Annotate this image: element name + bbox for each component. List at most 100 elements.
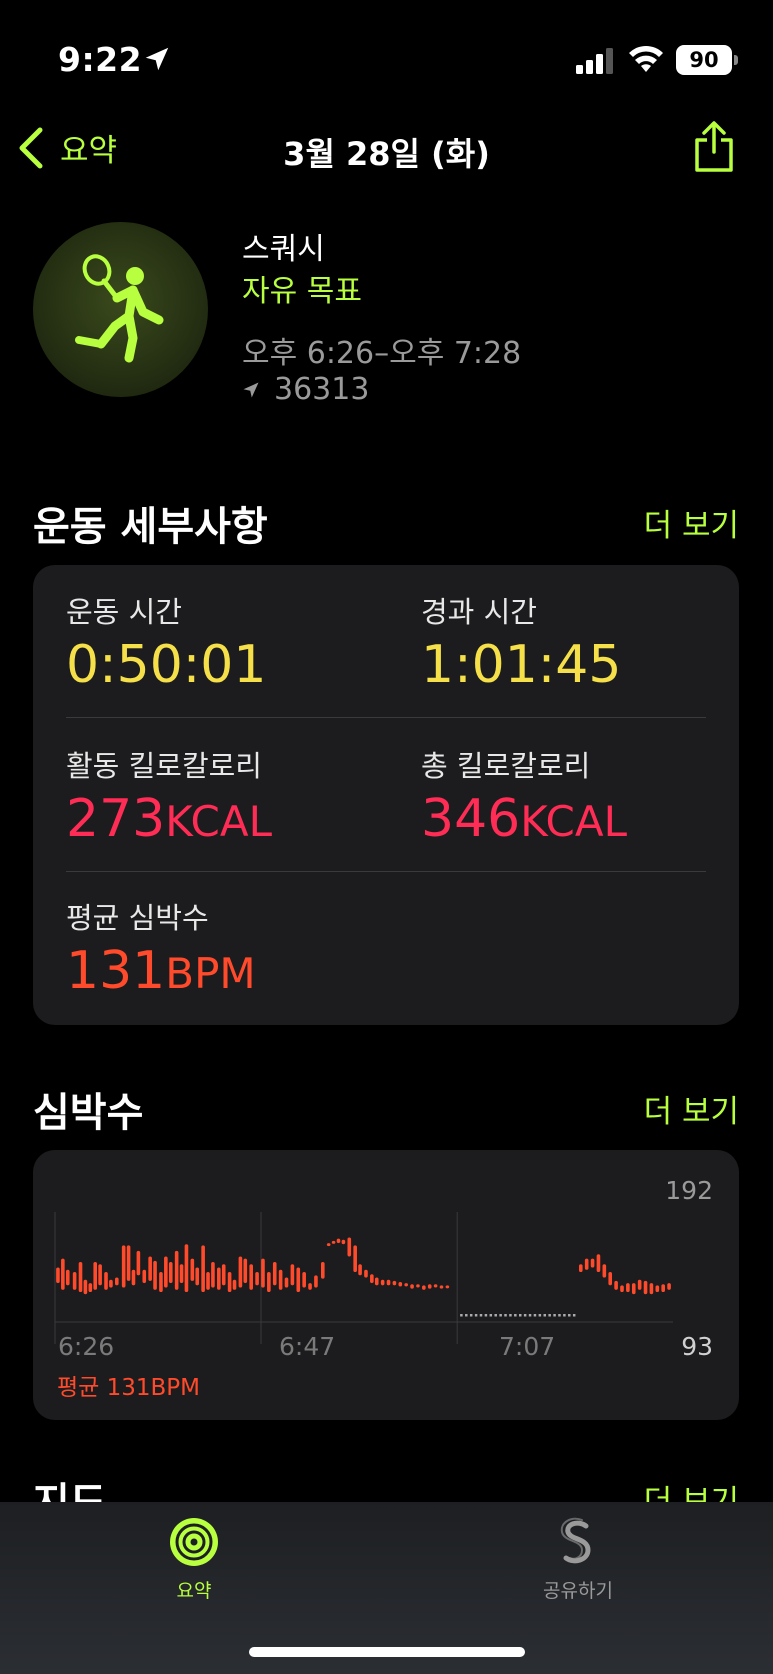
metric-avg-heart-rate: 평균 심박수 131BPM <box>66 895 256 1001</box>
heart-rate-bar <box>104 1272 108 1290</box>
heart-rate-bar <box>404 1283 408 1287</box>
location-arrow-icon <box>243 382 259 397</box>
metric-label: 총 킬로칼로리 <box>421 749 591 783</box>
tab-sharing[interactable]: 공유하기 <box>478 1516 678 1603</box>
heart-rate-bar <box>649 1283 654 1295</box>
metric-duration: 운동 시간 0:50:01 <box>66 589 266 695</box>
chart-gap-dot <box>558 1314 561 1317</box>
chart-gap-dot <box>469 1314 473 1317</box>
heart-rate-bar <box>614 1280 618 1290</box>
heart-rate-bar <box>290 1264 295 1286</box>
heart-rate-card[interactable]: 192 6:26 6:47 7:07 93 평균 131BPM <box>33 1150 739 1420</box>
tab-label: 공유하기 <box>543 1580 613 1602</box>
battery-icon: 90 <box>676 45 738 75</box>
activity-rings-icon <box>170 1518 218 1566</box>
heart-rate-bar <box>386 1279 391 1286</box>
heart-rate-bar <box>267 1272 271 1292</box>
tab-label: 요약 <box>176 1580 212 1602</box>
heart-rate-bar <box>93 1262 98 1290</box>
heart-rate-bar <box>201 1245 205 1292</box>
metric-value: 0:50:01 <box>66 635 267 695</box>
heart-rate-bar <box>416 1284 420 1288</box>
heart-rate-bar <box>148 1256 152 1281</box>
heart-rate-bar <box>336 1238 341 1244</box>
chart-gap-dot <box>533 1314 537 1317</box>
chart-gap-dot <box>484 1314 488 1317</box>
metric-number: 273 <box>66 789 166 849</box>
squash-player-icon <box>75 254 164 363</box>
heart-rate-bar <box>153 1260 157 1290</box>
heart-rate-bar <box>115 1277 119 1286</box>
heart-rate-bar <box>255 1272 259 1286</box>
metric-unit: BPM <box>165 949 256 998</box>
heart-rate-heading: 심박수 <box>33 1090 144 1136</box>
chart-gap-dot <box>460 1314 463 1317</box>
heart-rate-bar <box>221 1264 226 1286</box>
workout-location-text: 36313 <box>274 372 370 407</box>
heart-rate-bar <box>72 1272 77 1290</box>
heart-rate-bar <box>261 1258 265 1288</box>
heart-rate-bar <box>227 1272 232 1292</box>
chart-gap-dot <box>479 1314 483 1317</box>
heart-rate-bar <box>314 1275 318 1288</box>
heart-rate-bar <box>643 1280 648 1295</box>
metric-value: 131BPM <box>66 941 256 1001</box>
metric-value: 346KCAL <box>421 789 627 849</box>
heart-rate-bar <box>655 1285 660 1292</box>
metric-unit: KCAL <box>520 797 627 846</box>
chart-gap-dot <box>568 1314 571 1317</box>
status-bar: 9:22 90 <box>0 0 773 120</box>
heart-rate-bar <box>190 1258 195 1281</box>
status-time: 9:22 <box>58 40 143 79</box>
chart-gap-dot <box>543 1314 547 1317</box>
heart-rate-bar <box>232 1279 237 1290</box>
heart-rate-bar <box>131 1269 136 1286</box>
heart-rate-bar <box>238 1256 243 1288</box>
metric-label: 운동 시간 <box>66 595 182 629</box>
metric-elapsed: 경과 시간 1:01:45 <box>421 589 621 695</box>
metric-label: 경과 시간 <box>421 595 537 629</box>
chart-gap-dot <box>494 1314 497 1317</box>
chart-gap-dot <box>572 1314 576 1317</box>
chart-x-tick-label: 7:07 <box>499 1332 556 1361</box>
chart-gap-dot <box>518 1314 522 1317</box>
home-indicator <box>249 1647 525 1657</box>
chart-gap-dot <box>548 1314 551 1317</box>
metric-label: 활동 킬로칼로리 <box>66 749 262 783</box>
heart-rate-bar <box>179 1264 184 1284</box>
heart-rate-bar <box>98 1264 102 1286</box>
heart-rate-bar <box>136 1250 141 1276</box>
heart-rate-bar <box>331 1240 336 1244</box>
chart-gap-dot <box>499 1314 502 1317</box>
heart-rate-bar <box>195 1267 200 1286</box>
heart-rate-bar <box>370 1274 374 1284</box>
heart-rate-bar <box>126 1245 131 1281</box>
heart-rate-bar <box>211 1262 215 1288</box>
workout-time-range: 오후 6:26–오후 7:28 <box>242 336 522 371</box>
heart-rate-bar <box>321 1262 325 1279</box>
heart-rate-bar <box>410 1284 414 1289</box>
heart-rate-bar <box>596 1254 601 1272</box>
heart-rate-more-link[interactable]: 더 보기 <box>644 1086 739 1131</box>
heart-rate-bar <box>88 1283 93 1292</box>
tab-summary[interactable]: 요약 <box>94 1516 294 1603</box>
chart-gap-dot <box>523 1314 527 1317</box>
heart-rate-bar <box>164 1256 168 1288</box>
heart-rate-bar <box>65 1269 70 1286</box>
heart-rate-bar <box>364 1269 368 1278</box>
heart-rate-bar <box>278 1269 283 1290</box>
heart-rate-bar <box>296 1267 301 1292</box>
share-icon[interactable] <box>692 120 736 174</box>
chart-x-tick-label: 6:26 <box>58 1332 115 1361</box>
heart-rate-bar <box>78 1262 83 1292</box>
divider <box>66 717 706 718</box>
metric-number: 131 <box>66 941 166 1001</box>
details-more-link[interactable]: 더 보기 <box>644 500 739 545</box>
sharing-icon <box>560 1517 591 1564</box>
heart-rate-bar <box>272 1262 277 1286</box>
details-section-header: 운동 세부사항 더 보기 <box>33 494 739 554</box>
heart-rate-bar <box>445 1285 450 1289</box>
heart-rate-bar <box>620 1285 624 1292</box>
page-title: 3월 28일 (화) <box>283 135 490 173</box>
heart-rate-bar <box>433 1284 438 1288</box>
